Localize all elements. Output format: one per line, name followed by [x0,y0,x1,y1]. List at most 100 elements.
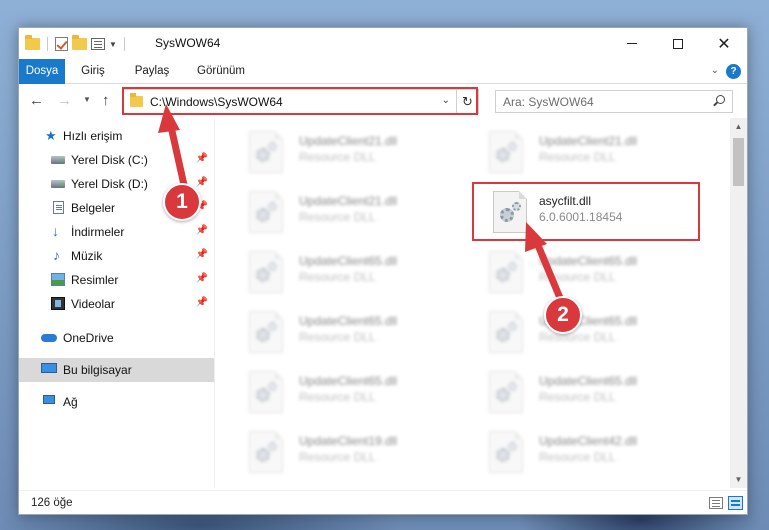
scroll-thumb[interactable] [733,138,744,186]
navigation-pane: ★ Hızlı erişim Yerel Disk (C:) 📌 Yerel D… [19,118,215,488]
toolbar-separator [123,37,125,51]
search-icon [716,95,725,104]
search-input[interactable]: Ara: SysWOW64 [503,95,594,109]
file-description: Resource DLL [539,390,616,404]
file-item[interactable]: UpdateClient21.dll Resource DLL [229,128,459,178]
chevron-down-icon[interactable]: ▼ [109,40,117,49]
file-name: UpdateClient65.dll [539,254,638,268]
scroll-up-icon[interactable]: ▲ [730,118,747,135]
pin-icon[interactable]: 📌 [196,249,208,260]
ribbon-tabs: Dosya Giriş Paylaş Görünüm ⌄ ? [19,59,747,84]
new-folder-icon[interactable] [72,35,87,50]
file-item[interactable]: UpdateClient19.dll Resource DLL [229,428,459,478]
file-description: Resource DLL [299,150,376,164]
address-highlight-box [122,87,478,115]
file-item[interactable]: UpdateClient21.dll Resource DLL [229,188,459,238]
step-2-badge: 2 [544,296,582,334]
file-description: Resource DLL [299,270,376,284]
dll-file-icon [249,371,283,413]
pin-icon[interactable]: 📌 [196,273,208,284]
cloud-icon [41,334,57,342]
window-title: SysWOW64 [155,36,221,50]
file-description: Resource DLL [539,330,616,344]
vertical-scrollbar[interactable]: ▲ ▼ [730,118,747,488]
title-bar: ▼ SysWOW64 ✕ [19,28,747,59]
tab-view[interactable]: Görünüm [189,59,253,84]
star-icon: ★ [45,128,57,143]
drive-icon [51,180,65,188]
music-icon: ♪ [53,247,60,263]
up-arrow-icon[interactable]: ↑ [102,92,110,109]
file-description: Resource DLL [299,390,376,404]
pin-icon[interactable]: 📌 [196,177,208,188]
sidebar-item-this-pc[interactable]: Bu bilgisayar [19,358,214,382]
details-view-icon[interactable] [709,497,723,509]
dll-file-icon [489,311,523,353]
file-item[interactable]: UpdateClient65.dll Resource DLL [229,368,459,418]
checkmark-icon[interactable] [55,37,68,51]
properties-icon[interactable] [91,38,105,50]
videos-icon [51,297,65,310]
file-name: UpdateClient65.dll [299,314,398,328]
expand-ribbon-icon[interactable]: ⌄ [711,65,719,76]
sidebar-item-label: Hızlı erişim [63,129,123,143]
search-box[interactable]: Ara: SysWOW64 [495,90,733,113]
file-description: Resource DLL [299,450,376,464]
file-name: UpdateClient42.dll [539,434,638,448]
sidebar-item-videos[interactable]: Videolar 📌 [19,292,214,316]
sidebar-item-quick-access[interactable]: ★ Hızlı erişim [19,124,214,148]
minimize-icon [627,43,637,44]
download-icon: ↓ [52,223,59,239]
file-description: Resource DLL [299,330,376,344]
file-name: UpdateClient21.dll [299,134,398,148]
sidebar-item-music[interactable]: ♪ Müzik 📌 [19,244,214,268]
forward-arrow-icon[interactable]: → [57,92,72,109]
dll-file-icon [489,431,523,473]
sidebar-item-label: Müzik [71,249,103,263]
sidebar-item-label: Belgeler [71,201,116,215]
dll-file-icon [249,311,283,353]
sidebar-item-downloads[interactable]: ↓ İndirmeler 📌 [19,220,214,244]
help-icon[interactable]: ? [726,64,741,79]
file-highlight-box [472,182,700,241]
file-item[interactable]: UpdateClient65.dll Resource DLL [229,248,459,298]
sidebar-item-label: OneDrive [63,331,114,345]
back-arrow-icon[interactable]: ← [29,92,44,109]
tiles-view-icon[interactable] [728,496,743,510]
file-item[interactable]: UpdateClient65.dll Resource DLL [469,308,699,358]
sidebar-item-pictures[interactable]: Resimler 📌 [19,268,214,292]
file-description: Resource DLL [299,210,376,224]
file-item[interactable]: UpdateClient65.dll Resource DLL [469,248,699,298]
pictures-icon [51,273,65,286]
sidebar-item-disk-c[interactable]: Yerel Disk (C:) 📌 [19,148,214,172]
pin-icon[interactable]: 📌 [196,297,208,308]
file-item[interactable]: UpdateClient42.dll Resource DLL [469,428,699,478]
file-description: Resource DLL [539,150,616,164]
tab-home[interactable]: Giriş [73,59,113,84]
tab-file[interactable]: Dosya [19,59,65,84]
maximize-button[interactable] [655,28,701,59]
file-item[interactable]: UpdateClient65.dll Resource DLL [229,308,459,358]
sidebar-item-onedrive[interactable]: OneDrive [19,326,214,350]
close-button[interactable]: ✕ [701,28,747,59]
dll-file-icon [249,131,283,173]
recent-locations-icon[interactable]: ▼ [83,95,91,104]
toolbar-separator [47,37,48,51]
minimize-button[interactable] [609,28,655,59]
item-count: 126 öğe [31,497,73,509]
file-list: UpdateClient21.dll Resource DLL UpdateCl… [219,118,729,488]
file-name: UpdateClient21.dll [539,134,638,148]
drive-icon [51,156,65,164]
file-item[interactable]: UpdateClient21.dll Resource DLL [469,128,699,178]
step-1-badge: 1 [163,183,201,221]
quick-access-toolbar: ▼ [25,35,128,53]
tab-share[interactable]: Paylaş [129,59,175,84]
scroll-down-icon[interactable]: ▼ [730,471,747,488]
file-item[interactable]: UpdateClient65.dll Resource DLL [469,368,699,418]
file-description: Resource DLL [539,450,616,464]
pin-icon[interactable]: 📌 [196,153,208,164]
sidebar-item-label: Videolar [71,297,115,311]
sidebar-item-network[interactable]: Ağ [19,390,214,414]
file-name: UpdateClient65.dll [299,374,398,388]
pin-icon[interactable]: 📌 [196,225,208,236]
